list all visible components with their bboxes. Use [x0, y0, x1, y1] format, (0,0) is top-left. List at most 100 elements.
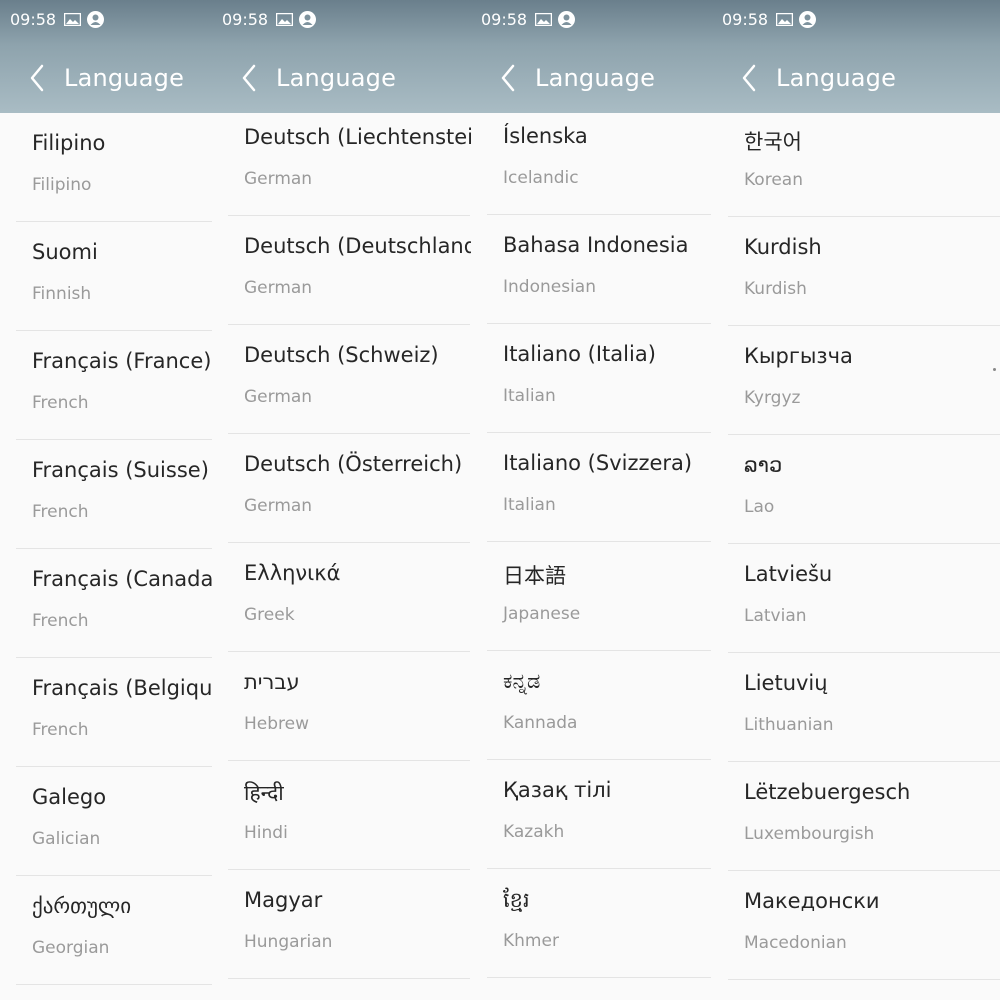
language-item[interactable]: Suomi Finnish	[16, 222, 216, 331]
language-list: Deutsch (Liechtenstein) German Deutsch (D…	[228, 107, 474, 979]
language-english-name: Luxembourgish	[744, 824, 875, 844]
language-native-name: Français (Belgique)	[32, 676, 216, 700]
language-item[interactable]: Magyar Hungarian	[228, 870, 470, 979]
language-item[interactable]: Français (Belgique) French	[16, 658, 216, 767]
language-native-name: Italiano (Svizzera)	[503, 451, 693, 475]
status-bar: 09:58	[10, 8, 105, 30]
language-english-name: Kannada	[503, 713, 578, 733]
account-icon	[799, 10, 817, 28]
language-item[interactable]: Deutsch (Österreich) German	[228, 434, 470, 543]
language-item[interactable]: Lietuvių Lithuanian	[728, 653, 1000, 762]
language-item[interactable]: Lëtzebuergesch Luxembourgish	[728, 762, 1000, 871]
language-english-name: Hindi	[244, 823, 288, 843]
language-english-name: Khmer	[503, 931, 559, 951]
back-arrow-icon[interactable]	[493, 58, 523, 98]
language-english-name: German	[244, 278, 313, 298]
language-english-name: French	[32, 611, 89, 631]
language-list: Filipino Filipino Suomi Finnish Français (…	[16, 113, 216, 985]
language-english-name: French	[32, 502, 89, 522]
language-native-name: Français (France)	[32, 349, 212, 373]
language-native-name: 日本語	[503, 564, 566, 588]
language-item[interactable]: Italiano (Svizzera) Italian	[487, 433, 711, 542]
language-item[interactable]: ខ្មែរ Khmer	[487, 869, 711, 978]
language-item[interactable]: ລາວ Lao	[728, 435, 1000, 544]
status-time: 09:58	[222, 9, 269, 29]
language-native-name: Кыргызча	[744, 344, 853, 368]
language-item[interactable]: Македонски Macedonian	[728, 871, 1000, 980]
status-bar: 09:58	[222, 8, 317, 30]
language-native-name: Қазақ тілі	[503, 778, 612, 802]
image-icon	[276, 12, 294, 26]
language-native-name: Deutsch (Österreich)	[244, 452, 463, 476]
language-item[interactable]: Bahasa Indonesia Indonesian	[487, 215, 711, 324]
language-english-name: Kyrgyz	[744, 388, 801, 408]
language-native-name: Français (Suisse)	[32, 458, 209, 482]
language-native-name: ქართული	[32, 894, 132, 918]
language-english-name: Kazakh	[503, 822, 565, 842]
language-item[interactable]: Deutsch (Deutschland) German	[228, 216, 474, 325]
language-item[interactable]: Íslenska Icelandic	[487, 106, 711, 215]
language-native-name: 한국어	[744, 130, 802, 154]
language-item[interactable]: Français (Canada) French	[16, 549, 216, 658]
language-english-name: German	[244, 387, 313, 407]
language-item[interactable]: Deutsch (Liechtenstein) German	[228, 107, 474, 216]
language-item[interactable]: Galego Galician	[16, 767, 216, 876]
language-native-name: Suomi	[32, 240, 98, 264]
language-english-name: Korean	[744, 170, 803, 190]
language-english-name: Lithuanian	[744, 715, 834, 735]
back-arrow-icon[interactable]	[22, 58, 52, 98]
back-arrow-icon[interactable]	[234, 58, 264, 98]
language-item[interactable]: Filipino Filipino	[16, 113, 216, 222]
language-list: Íslenska Icelandic Bahasa Indonesia Indone…	[487, 106, 711, 978]
language-item[interactable]: Deutsch (Schweiz) German	[228, 325, 470, 434]
back-arrow-icon[interactable]	[734, 58, 764, 98]
language-item[interactable]: Latviešu Latvian	[728, 544, 1000, 653]
language-item[interactable]: 한국어 Korean	[728, 108, 1000, 217]
language-item[interactable]: हिन्दी Hindi	[228, 761, 470, 870]
language-english-name: German	[244, 169, 313, 189]
language-english-name: Italian	[503, 386, 556, 406]
language-english-name: Indonesian	[503, 277, 596, 297]
page-title: Language	[776, 64, 897, 92]
language-native-name: Ελληνικά	[244, 561, 341, 585]
image-icon	[64, 12, 82, 26]
language-english-name: French	[32, 720, 89, 740]
language-native-name: Kurdish	[744, 235, 822, 259]
language-item[interactable]: ಕನ್ನಡ Kannada	[487, 651, 711, 760]
language-item[interactable]: Қазақ тілі Kazakh	[487, 760, 711, 869]
language-english-name: Macedonian	[744, 933, 847, 953]
language-english-name: Galician	[32, 829, 101, 849]
language-native-name: Italiano (Italia)	[503, 342, 656, 366]
language-native-name: Lëtzebuergesch	[744, 780, 911, 804]
language-native-name: Français (Canada)	[32, 567, 216, 591]
language-item[interactable]: Français (Suisse) French	[16, 440, 216, 549]
scroll-indicator[interactable]	[993, 368, 996, 371]
language-english-name: Finnish	[32, 284, 92, 304]
language-english-name: Greek	[244, 605, 295, 625]
language-item[interactable]: עברית Hebrew	[228, 652, 470, 761]
app-header: 09:58 Language	[0, 0, 216, 113]
language-native-name: Македонски	[744, 889, 880, 913]
language-english-name: Japanese	[503, 604, 581, 624]
language-item[interactable]: Кыргызча Kyrgyz	[728, 326, 1000, 435]
language-item[interactable]: 日本語 Japanese	[487, 542, 711, 651]
language-item[interactable]: Kurdish Kurdish	[728, 217, 1000, 326]
language-english-name: Icelandic	[503, 168, 579, 188]
language-native-name: हिन्दी	[244, 781, 284, 805]
language-item[interactable]: ქართული Georgian	[16, 876, 216, 985]
page-title: Language	[535, 64, 656, 92]
language-native-name: ລາວ	[744, 453, 783, 477]
language-native-name: Deutsch (Liechtenstein)	[244, 125, 474, 149]
language-native-name: Lietuvių	[744, 671, 828, 695]
language-item[interactable]: Français (France) French	[16, 331, 216, 440]
app-header: 09:58 Language	[712, 0, 1000, 113]
language-native-name: ខ្មែរ	[503, 888, 530, 912]
language-item[interactable]: Ελληνικά Greek	[228, 543, 470, 652]
account-icon	[87, 10, 105, 28]
language-english-name: Hebrew	[244, 714, 310, 734]
language-item[interactable]: Italiano (Italia) Italian	[487, 324, 711, 433]
language-english-name: Kurdish	[744, 279, 807, 299]
image-icon	[776, 12, 794, 26]
language-native-name: Galego	[32, 785, 107, 809]
image-icon	[535, 12, 553, 26]
